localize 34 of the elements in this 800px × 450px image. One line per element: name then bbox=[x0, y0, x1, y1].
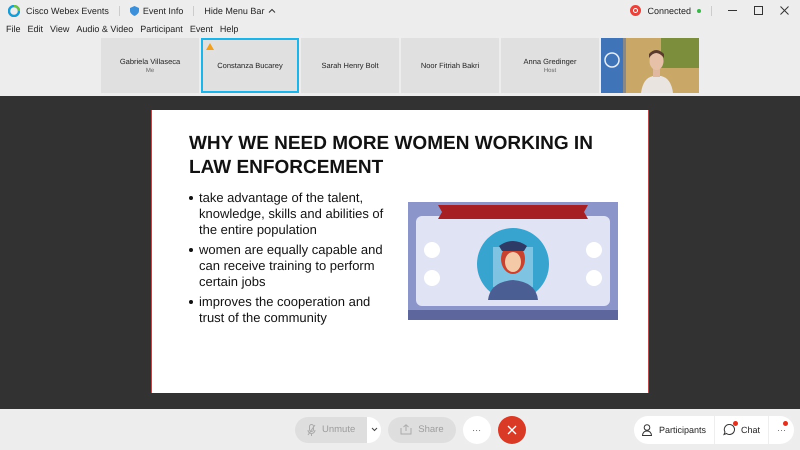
event-info-button[interactable]: Event Info bbox=[130, 6, 184, 16]
bullet-point: improves the cooperation and trust of the community bbox=[199, 294, 372, 326]
hide-menu-bar-button[interactable]: Hide Menu Bar bbox=[204, 6, 276, 16]
slide-title: WHY WE NEED MORE WOMEN WORKING IN LAW ENFORCEMENT bbox=[189, 132, 594, 180]
bullet-icon bbox=[189, 196, 193, 200]
menu-item[interactable]: Help bbox=[220, 24, 238, 34]
more-button[interactable]: ··· bbox=[462, 416, 491, 444]
status-dot bbox=[697, 8, 701, 12]
chat-bubble-icon bbox=[722, 423, 736, 436]
caret-icon bbox=[370, 427, 378, 432]
chat-button[interactable]: Chat bbox=[714, 416, 769, 444]
menu-item[interactable]: View bbox=[50, 24, 70, 34]
bullet-icon bbox=[189, 300, 193, 304]
menu-item[interactable]: Edit bbox=[28, 24, 44, 34]
microphone-icon bbox=[307, 424, 316, 436]
leave-button[interactable] bbox=[498, 416, 526, 444]
caret-icon bbox=[268, 8, 276, 13]
share-icon bbox=[400, 424, 412, 435]
shield-icon bbox=[130, 6, 139, 16]
menu-item[interactable]: Participant bbox=[140, 24, 183, 34]
person-icon bbox=[642, 424, 654, 436]
menu-item[interactable]: File bbox=[6, 24, 21, 34]
bullet-icon bbox=[189, 248, 193, 252]
close-icon bbox=[780, 6, 788, 15]
more-options-button[interactable]: ··· bbox=[769, 416, 794, 444]
app-title: Cisco Webex Events bbox=[26, 6, 109, 16]
menu-item[interactable]: Event bbox=[190, 24, 213, 34]
participants-button[interactable]: Participants bbox=[634, 416, 715, 444]
record-icon bbox=[630, 5, 642, 16]
close-icon bbox=[506, 424, 517, 434]
connection-status: Connected bbox=[647, 6, 691, 16]
app-logo-icon bbox=[8, 4, 20, 16]
maximize-icon bbox=[754, 6, 762, 15]
menu-item[interactable]: Audio & Video bbox=[76, 24, 134, 34]
